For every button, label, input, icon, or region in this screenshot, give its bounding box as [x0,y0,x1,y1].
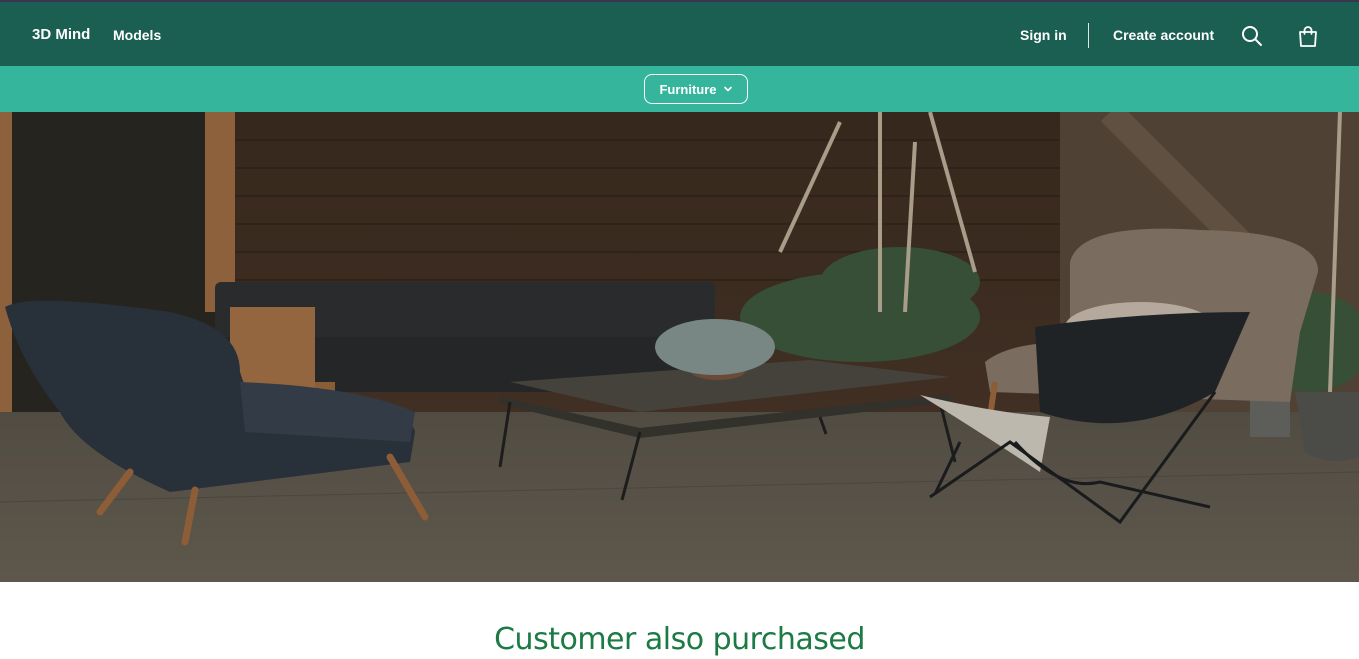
shopping-bag-icon [1299,26,1317,47]
category-label: Furniture [659,81,717,97]
hero-image [0,112,1359,582]
chevron-down-icon [723,86,732,92]
brand-logo[interactable]: 3D Mind [32,26,90,43]
sign-in-link[interactable]: Sign in [1020,27,1067,43]
search-icon [1242,26,1262,46]
section-title: Customer also purchased [494,622,865,657]
top-navbar: 3D Mind Models Sign in Create account [0,0,1359,66]
nav-divider [1088,23,1089,48]
category-dropdown-button[interactable]: Furniture [644,74,748,104]
hero-carousel [0,112,1359,582]
category-bar: Furniture [0,66,1359,112]
cart-button[interactable] [1296,24,1320,48]
search-button[interactable] [1240,24,1264,48]
create-account-link[interactable]: Create account [1113,27,1214,43]
nav-link-models[interactable]: Models [113,27,161,43]
